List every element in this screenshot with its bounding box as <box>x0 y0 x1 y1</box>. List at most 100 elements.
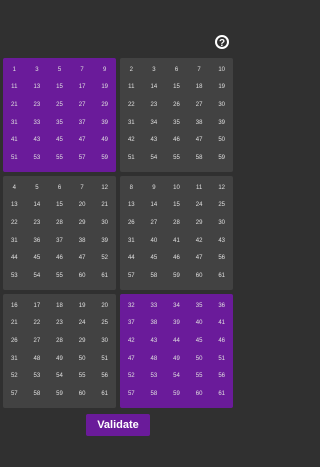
card-number: 52 <box>10 373 18 380</box>
card-number: 45 <box>33 255 41 262</box>
card-number: 49 <box>56 355 63 362</box>
card-number: 23 <box>56 320 63 327</box>
card-number: 47 <box>127 355 135 362</box>
card-number: 59 <box>218 155 226 162</box>
card-number: 27 <box>195 102 203 109</box>
card-number: 60 <box>78 273 86 280</box>
card-number: 47 <box>195 255 203 262</box>
card-number: 20 <box>78 202 86 209</box>
number-card-3[interactable]: 4 5 6 7 12 13 14 15 20 21 22 23 28 29 30 31 36 37 38 39 44 45… <box>3 176 116 290</box>
card-number: 30 <box>218 220 226 227</box>
card-number: 13 <box>33 84 41 91</box>
card-number: 61 <box>101 391 109 398</box>
card-number: 46 <box>173 255 180 262</box>
card-number: 58 <box>150 391 158 398</box>
card-number: 60 <box>195 391 203 398</box>
card-number: 42 <box>195 237 203 244</box>
card-number: 31 <box>10 237 18 244</box>
card-number: 23 <box>33 220 41 227</box>
card-number: 14 <box>150 202 158 209</box>
card-number: 36 <box>218 302 226 309</box>
card-number: 42 <box>127 137 135 144</box>
card-number: 25 <box>218 202 226 209</box>
card-number: 45 <box>150 255 158 262</box>
card-number: 60 <box>195 273 203 280</box>
card-number: 29 <box>101 102 109 109</box>
card-number: 17 <box>78 84 86 91</box>
number-cards-grid: 1 3 5 7 9 11 13 15 17 19 21 23 25 27 29 31 33 35 37 39 41 43 4… <box>3 58 233 408</box>
card-number: 27 <box>150 220 158 227</box>
card-number: 53 <box>33 155 41 162</box>
card-number: 7 <box>80 66 84 73</box>
card-number: 15 <box>173 202 180 209</box>
card-number: 22 <box>33 320 41 327</box>
card-number: 56 <box>218 255 226 262</box>
card-number: 61 <box>218 391 226 398</box>
card-number: 11 <box>195 184 203 191</box>
card-number: 27 <box>78 102 86 109</box>
card-number: 11 <box>11 84 18 91</box>
card-number: 51 <box>101 355 109 362</box>
card-number: 31 <box>127 119 135 126</box>
card-number: 55 <box>56 273 63 280</box>
card-number: 30 <box>218 102 226 109</box>
help-icon[interactable]: ? <box>215 35 229 49</box>
card-number: 54 <box>56 373 63 380</box>
card-number: 33 <box>33 119 41 126</box>
card-number: 49 <box>101 137 109 144</box>
number-card-5[interactable]: 16 17 18 19 20 21 22 23 24 25 26 27 28 29 30 31 48 49 50 51… <box>3 294 116 408</box>
card-number: 57 <box>78 155 86 162</box>
card-number: 50 <box>218 137 226 144</box>
card-number: 53 <box>10 273 18 280</box>
number-card-2[interactable]: 2 3 6 7 10 11 14 15 18 19 22 23 26 27 30 31 34 35 38 39 42 43… <box>120 58 233 172</box>
card-number: 25 <box>101 320 109 327</box>
card-number: 7 <box>197 66 201 73</box>
number-card-6[interactable]: 32 33 34 35 36 37 38 39 40 41 42 43 44 45 46 47 48 49 50 51… <box>120 294 233 408</box>
card-number: 22 <box>10 220 18 227</box>
card-number: 41 <box>173 237 180 244</box>
card-number: 24 <box>195 202 203 209</box>
card-number: 23 <box>33 102 41 109</box>
card-number: 55 <box>173 155 180 162</box>
card-number: 13 <box>10 202 18 209</box>
card-number: 37 <box>56 237 63 244</box>
card-number: 38 <box>78 237 86 244</box>
card-number: 55 <box>195 373 203 380</box>
card-number: 26 <box>10 338 18 345</box>
card-number: 27 <box>33 338 41 345</box>
card-number: 26 <box>127 220 135 227</box>
card-number: 59 <box>56 391 63 398</box>
card-number: 59 <box>101 155 109 162</box>
card-number: 48 <box>150 355 158 362</box>
card-number: 30 <box>101 338 109 345</box>
card-number: 29 <box>78 220 86 227</box>
card-number: 47 <box>78 137 86 144</box>
card-number: 51 <box>10 155 18 162</box>
card-number: 21 <box>10 102 18 109</box>
validate-button[interactable]: Validate <box>86 414 150 436</box>
card-number: 52 <box>101 255 109 262</box>
card-number: 38 <box>150 320 158 327</box>
card-number: 28 <box>56 338 63 345</box>
card-number: 39 <box>101 237 109 244</box>
card-number: 56 <box>101 373 109 380</box>
card-number: 12 <box>101 184 109 191</box>
card-number: 47 <box>78 255 86 262</box>
card-number: 35 <box>195 302 203 309</box>
card-number: 4 <box>12 184 16 191</box>
card-number: 57 <box>127 273 135 280</box>
card-number: 5 <box>57 66 62 73</box>
card-number: 7 <box>80 184 84 191</box>
card-number: 24 <box>78 320 86 327</box>
card-number: 38 <box>195 119 203 126</box>
card-number: 39 <box>173 320 180 327</box>
number-card-4[interactable]: 8 9 10 11 12 13 14 15 24 25 26 27 28 29 30 31 40 41 42 43 44… <box>120 176 233 290</box>
card-number: 61 <box>101 273 109 280</box>
card-number: 46 <box>173 137 180 144</box>
card-number: 43 <box>33 137 41 144</box>
number-card-1[interactable]: 1 3 5 7 9 11 13 15 17 19 21 23 25 27 29 31 33 35 37 39 41 43 4… <box>3 58 116 172</box>
card-number: 36 <box>33 237 41 244</box>
card-number: 49 <box>173 355 180 362</box>
card-number: 2 <box>129 66 133 73</box>
card-number: 11 <box>128 84 135 91</box>
